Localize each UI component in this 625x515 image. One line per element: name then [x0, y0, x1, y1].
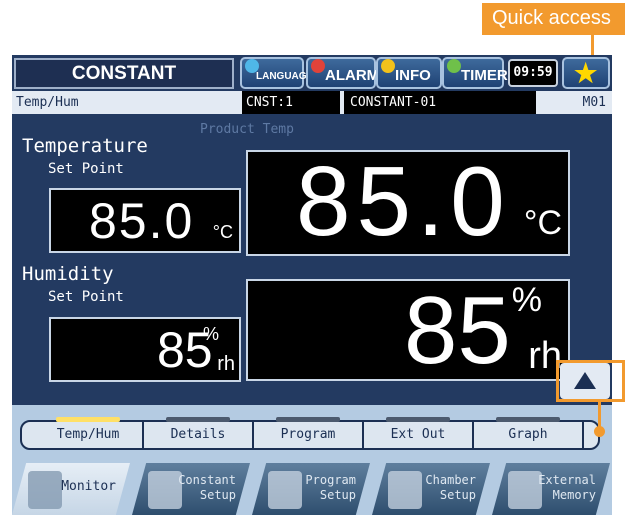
constant-number: CNST:1	[242, 91, 340, 114]
menu-constant-setup[interactable]: Constant Setup	[132, 463, 250, 515]
menu-label: Constant Setup	[178, 473, 236, 502]
info-button-label: INFO	[395, 67, 431, 84]
tab-temp-hum[interactable]: Temp/Hum	[34, 417, 144, 448]
info-button[interactable]: INFO	[376, 57, 442, 89]
menu-label: Chamber Setup	[425, 473, 476, 502]
humidity-label: Humidity	[22, 263, 114, 285]
alarm-button[interactable]: ALARM	[306, 57, 380, 89]
humidity-set-point-label: Set Point	[48, 289, 124, 305]
temperature-set-point-value: 85.0	[89, 193, 195, 249]
humidity-set-point-rh: rh	[217, 353, 235, 375]
menu-monitor[interactable]: Monitor	[12, 463, 130, 515]
timer-button-label: TIMER	[461, 67, 508, 84]
tab-label: Program	[280, 427, 336, 442]
menu-program-setup[interactable]: Program Setup	[252, 463, 370, 515]
chamber-id: M01	[582, 95, 606, 110]
temperature-label: Temperature	[22, 135, 148, 157]
tab-indicator	[166, 417, 230, 422]
tab-label: Ext Out	[390, 427, 446, 442]
tab-label: Details	[170, 427, 226, 442]
tab-indicator	[56, 417, 120, 422]
scroll-up-callout-dot	[594, 426, 605, 437]
quick-access-button[interactable]: ★	[562, 57, 610, 89]
tab-ext-out[interactable]: Ext Out	[364, 417, 474, 448]
temperature-set-point-unit: °C	[212, 222, 233, 242]
scroll-up-callout-line	[598, 402, 601, 429]
quick-access-callout: Quick access	[482, 3, 625, 35]
controller-screen: CONSTANT LANGUAGE ALARM INFO TIMER 09:59…	[12, 55, 612, 515]
language-button-label: LANGUAGE	[256, 71, 314, 82]
menu-label: External Memory	[538, 473, 596, 502]
humidity-percent: %	[511, 281, 542, 319]
menu-label: Monitor	[61, 479, 116, 494]
menu-chamber-setup[interactable]: Chamber Setup	[372, 463, 490, 515]
humidity-display: 85 % rh	[246, 279, 570, 381]
product-temp-label: Product Temp	[200, 122, 294, 137]
top-bar: CONSTANT LANGUAGE ALARM INFO TIMER 09:59…	[12, 55, 612, 91]
tab-indicator	[276, 417, 340, 422]
stage: Quick access CONSTANT LANGUAGE ALARM INF…	[0, 0, 625, 515]
humidity-set-point-field[interactable]: 85 % rh	[49, 317, 241, 382]
menu-external-memory[interactable]: External Memory	[492, 463, 610, 515]
tab-label: Temp/Hum	[56, 427, 120, 442]
humidity-set-point-percent: %	[202, 324, 219, 344]
language-button[interactable]: LANGUAGE	[240, 57, 313, 89]
tab-indicator	[496, 417, 560, 422]
tab-group: Temp/Hum Details Program Ext Out Graph	[20, 417, 600, 450]
temperature-value: 85.0	[296, 146, 511, 256]
temperature-set-point-label: Set Point	[48, 161, 124, 177]
alarm-button-label: ALARM	[325, 67, 380, 84]
screen-title: CONSTANT	[14, 58, 234, 89]
humidity-value: 85	[404, 277, 511, 384]
timer-icon	[447, 59, 461, 73]
tab-graph[interactable]: Graph	[474, 417, 584, 448]
star-icon: ★	[574, 58, 598, 88]
info-icon	[381, 59, 395, 73]
info-bar: Temp/Hum CNST:1 CONSTANT-01 M01	[12, 91, 612, 114]
temperature-display: 85.0 °C	[246, 150, 570, 256]
tab-bar: Temp/Hum Details Program Ext Out Graph	[12, 405, 612, 459]
clock-display: 09:59	[508, 59, 558, 87]
constant-name: CONSTANT-01	[344, 91, 536, 114]
main-menu: Monitor Constant Setup Program Setup Cha…	[12, 459, 612, 515]
tab-program[interactable]: Program	[254, 417, 364, 448]
scroll-up-callout-box	[556, 360, 625, 402]
tab-label: Graph	[508, 427, 548, 442]
temperature-unit: °C	[523, 204, 562, 242]
tab-indicator	[386, 417, 450, 422]
temperature-set-point-field[interactable]: 85.0 °C	[49, 188, 241, 253]
alarm-icon	[311, 59, 325, 73]
tab-details[interactable]: Details	[144, 417, 254, 448]
menu-label: Program Setup	[305, 473, 356, 502]
mode-label: Temp/Hum	[16, 95, 79, 110]
timer-button[interactable]: TIMER	[442, 57, 508, 89]
